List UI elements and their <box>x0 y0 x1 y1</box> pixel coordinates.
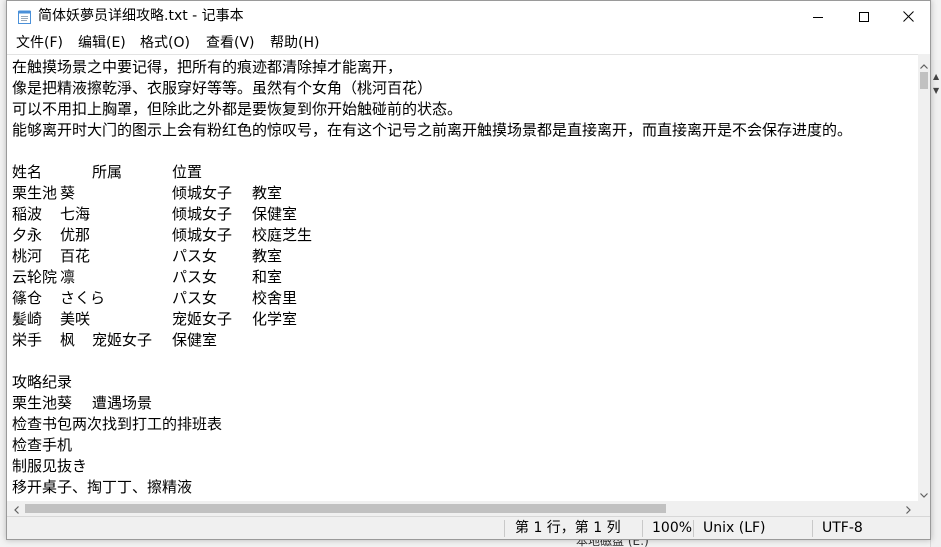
text-cell: パス女 <box>172 289 218 307</box>
text-cell: 姓名 <box>12 163 43 181</box>
status-encoding: UTF-8 <box>822 520 863 536</box>
text-cell: 倾城女子 <box>172 184 233 202</box>
notepad-window: 简体妖夢员详细攻略.txt - 记事本 文件(F) 编辑(E) 格式(O) 查看… <box>6 0 931 540</box>
text-cell: 葵 <box>60 184 76 202</box>
scroll-down-button[interactable] <box>918 485 930 499</box>
text-cell: 教室 <box>252 184 283 202</box>
text-cell: 遭遇场景 <box>92 394 153 412</box>
text-cell: 枫 <box>60 331 76 349</box>
text-cell: 位置 <box>172 163 203 181</box>
text-cell: 优那 <box>60 226 91 244</box>
text-cell: 云轮院 <box>12 268 58 286</box>
text-cell: 栗生池葵 <box>12 394 73 412</box>
text-cell: 教室 <box>252 247 283 265</box>
horizontal-scrollbar[interactable] <box>7 501 918 516</box>
text-cell: 七海 <box>60 205 91 223</box>
status-divider <box>693 520 694 537</box>
scroll-up-button[interactable] <box>918 56 930 70</box>
title-bar[interactable]: 简体妖夢员详细攻略.txt - 记事本 <box>7 1 930 31</box>
background-arrow-icon: ▲ <box>933 72 940 81</box>
minimize-button[interactable] <box>795 1 841 31</box>
text-cell: 宠姬女子 <box>92 331 153 349</box>
status-line-ending: Unix (LF) <box>703 520 766 536</box>
text-line: 在触摸场景之中要记得，把所有的痕迹都清除掉才能离开， <box>12 58 403 76</box>
text-line: 移开桌子、掏丁丁、擦精液 <box>12 478 193 496</box>
menu-file[interactable]: 文件(F) <box>14 34 65 52</box>
text-cell: 髪崎 <box>12 310 43 328</box>
text-cell: 所属 <box>92 163 123 181</box>
maximize-icon <box>859 7 869 26</box>
status-bar: 第 1 行，第 1 列 100% Unix (LF) UTF-8 <box>7 516 930 539</box>
text-cell: 篠仓 <box>12 289 43 307</box>
vertical-scroll-thumb[interactable] <box>920 72 928 89</box>
text-line: 可以不用扣上胸罩，但除此之外都是要恢复到你开始触碰前的状态。 <box>12 100 463 118</box>
text-cell: 栄手 <box>12 331 43 349</box>
text-cell: パス女 <box>172 268 218 286</box>
text-cell: 百花 <box>60 247 91 265</box>
text-line: 检查手机 <box>12 436 73 454</box>
menu-format[interactable]: 格式(O) <box>138 34 192 52</box>
window-title: 简体妖夢员详细攻略.txt - 记事本 <box>38 8 244 24</box>
maximize-button[interactable] <box>841 1 887 31</box>
menu-help[interactable]: 帮助(H) <box>268 34 321 52</box>
text-cell: 桃河 <box>12 247 43 265</box>
text-cell: 校庭芝生 <box>252 226 313 244</box>
text-cell: 美咲 <box>60 310 91 328</box>
text-cell: 保健室 <box>172 331 218 349</box>
text-cell: パス女 <box>172 247 218 265</box>
scroll-left-button[interactable] <box>8 501 24 516</box>
text-cell: 倾城女子 <box>172 226 233 244</box>
text-line: 像是把精液擦乾淨、衣服穿好等等。虽然有个女角（桃河百花） <box>12 79 433 97</box>
menu-view[interactable]: 查看(V) <box>204 34 257 52</box>
menu-bar: 文件(F) 编辑(E) 格式(O) 查看(V) 帮助(H) <box>7 32 930 54</box>
text-cell: 夕永 <box>12 226 43 244</box>
menu-edit[interactable]: 编辑(E) <box>76 34 128 52</box>
text-cell: 凛 <box>60 268 76 286</box>
text-cell: 化学室 <box>252 310 298 328</box>
text-cell: 宠姬女子 <box>172 310 233 328</box>
scrollbar-corner <box>918 501 930 516</box>
background-window-edge: ▲ ▼ <box>930 60 941 547</box>
close-icon <box>902 7 914 26</box>
text-line: 攻略纪录 <box>12 373 73 391</box>
notepad-icon <box>18 9 31 24</box>
chevron-down-icon <box>920 483 928 502</box>
text-cell: 栗生池 <box>12 184 58 202</box>
status-zoom: 100% <box>652 520 693 536</box>
scroll-right-button[interactable] <box>900 501 916 516</box>
text-cell: 保健室 <box>252 205 298 223</box>
text-line: 检查书包两次找到打工的排班表 <box>12 415 223 433</box>
minimize-icon <box>813 7 823 26</box>
text-cell: 倾城女子 <box>172 205 233 223</box>
status-cursor-position: 第 1 行，第 1 列 <box>515 520 621 536</box>
close-button[interactable] <box>885 1 931 31</box>
text-cell: 校舍里 <box>252 289 298 307</box>
status-divider <box>642 520 643 537</box>
status-divider <box>504 520 505 537</box>
text-cell: 和室 <box>252 268 283 286</box>
background-arrow-icon: ▼ <box>933 86 940 95</box>
status-divider <box>812 520 813 537</box>
vertical-scrollbar[interactable] <box>918 54 930 501</box>
text-line: 制服见抜き <box>12 457 88 475</box>
chevron-up-icon <box>920 54 928 73</box>
text-line: 能够离开时大门的图示上会有粉红色的惊叹号，在有这个记号之前离开触摸场景都是直接离… <box>12 121 853 139</box>
text-editor[interactable]: 在触摸场景之中要记得，把所有的痕迹都清除掉才能离开， 像是把精液擦乾淨、衣服穿好… <box>7 54 918 501</box>
text-cell: 稲波 <box>12 205 43 223</box>
text-cell: さくら <box>60 289 106 307</box>
horizontal-scroll-thumb[interactable] <box>25 504 666 513</box>
